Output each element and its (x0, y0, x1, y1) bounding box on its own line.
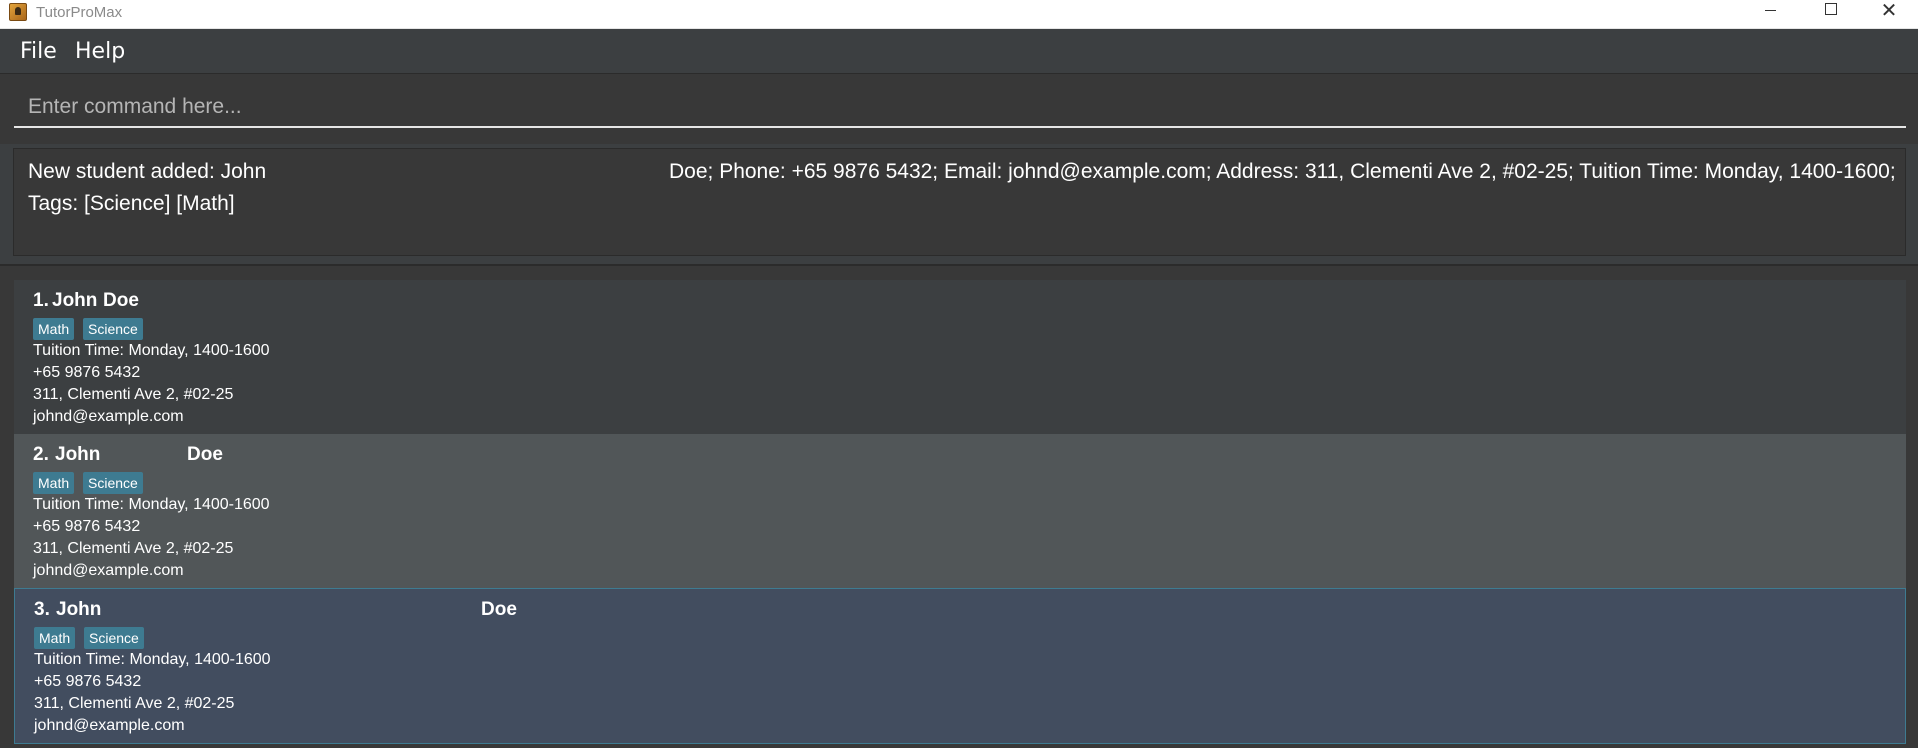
student-index: 2. (33, 444, 49, 465)
result-text-line1-start: New student added: John (28, 160, 267, 183)
menu-bar: File Help (0, 29, 1918, 74)
result-display[interactable]: New student added: John Doe; Phone: +65 … (13, 148, 1906, 256)
student-last-name: Doe (481, 599, 517, 620)
student-index: 3. (34, 599, 50, 620)
student-index: 1. (33, 290, 49, 311)
close-icon: ✕ (1880, 0, 1898, 22)
student-last-name: Doe (103, 290, 139, 311)
maximize-icon (1825, 3, 1837, 15)
minimize-icon (1764, 9, 1776, 11)
result-text-line2: Tags: [Science] [Math] (28, 192, 235, 215)
student-card-selected[interactable]: 3. John Doe Math Science Tuition Time: M… (14, 588, 1906, 744)
student-last-name: Doe (187, 444, 223, 465)
student-first-name: John (55, 444, 101, 465)
student-first-name: John (56, 599, 102, 620)
tag-math: Math (33, 472, 75, 494)
student-tuition-time: Tuition Time: Monday, 1400-1600 (33, 496, 270, 513)
student-email: johnd@example.com (33, 408, 184, 425)
maximize-button[interactable] (1802, 0, 1860, 28)
student-card[interactable]: 1. John Doe Math Science Tuition Time: M… (14, 280, 1906, 434)
menu-help[interactable]: Help (75, 39, 125, 64)
student-address: 311, Clementi Ave 2, #02-25 (33, 386, 234, 403)
student-email: johnd@example.com (33, 562, 184, 579)
result-text-line1-end: Doe; Phone: +65 9876 5432; Email: johnd@… (669, 160, 1896, 183)
student-phone: +65 9876 5432 (33, 518, 141, 535)
student-tuition-time: Tuition Time: Monday, 1400-1600 (33, 342, 270, 359)
command-input[interactable] (14, 88, 1906, 128)
app-logo-icon (9, 3, 27, 21)
student-list: 1. John Doe Math Science Tuition Time: M… (0, 266, 1918, 748)
student-address: 311, Clementi Ave 2, #02-25 (34, 695, 235, 712)
student-phone: +65 9876 5432 (33, 364, 141, 381)
tag-math: Math (34, 627, 76, 649)
app-window: TutorProMax ✕ File Help New student adde… (0, 0, 1918, 748)
window-title: TutorProMax (36, 4, 123, 21)
title-bar: TutorProMax ✕ (0, 0, 1918, 29)
tag-science: Science (83, 472, 143, 494)
command-box (0, 74, 1918, 144)
minimize-button[interactable] (1741, 0, 1799, 28)
student-card[interactable]: 2. John Doe Math Science Tuition Time: M… (14, 434, 1906, 588)
student-phone: +65 9876 5432 (34, 673, 142, 690)
close-button[interactable]: ✕ (1860, 0, 1918, 28)
tag-science: Science (84, 627, 144, 649)
menu-file[interactable]: File (20, 39, 57, 64)
student-first-name: John (52, 290, 98, 311)
tag-science: Science (83, 318, 143, 340)
result-display-panel: New student added: John Doe; Phone: +65 … (0, 144, 1918, 264)
student-address: 311, Clementi Ave 2, #02-25 (33, 540, 234, 557)
student-tuition-time: Tuition Time: Monday, 1400-1600 (34, 651, 271, 668)
student-email: johnd@example.com (34, 717, 185, 734)
tag-math: Math (33, 318, 75, 340)
